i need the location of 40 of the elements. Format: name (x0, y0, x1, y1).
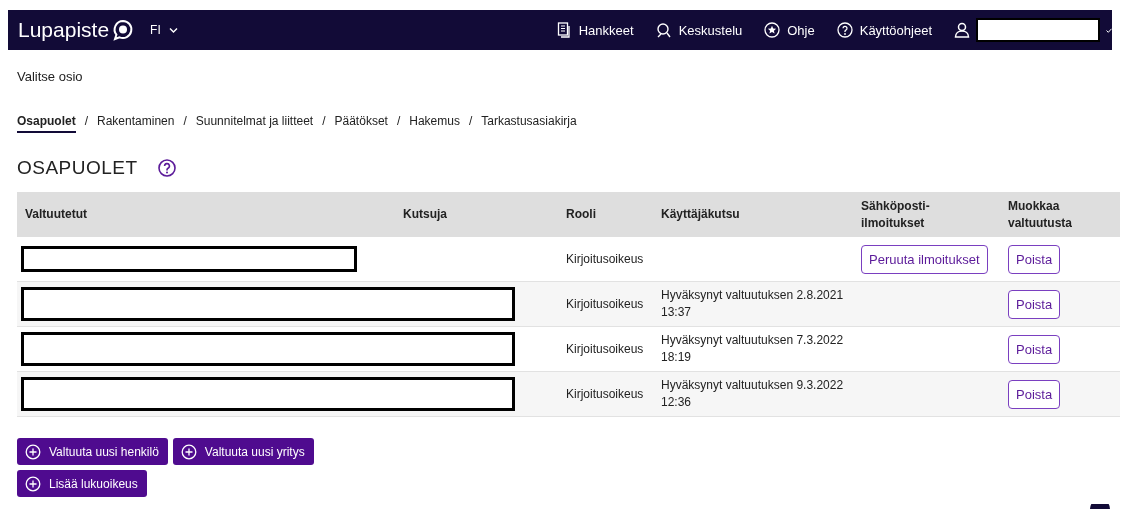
remove-button[interactable]: Poista (1008, 289, 1061, 319)
role-text: Kirjoitusoikeus (566, 251, 644, 266)
column-header: Kutsuja (403, 207, 447, 221)
section-tab[interactable]: Osapuolet (17, 114, 76, 133)
column-header: Muokkaa valtuutusta (1008, 198, 1072, 230)
column-header: Rooli (566, 207, 596, 221)
column-header: Valtuutetut (25, 207, 87, 221)
section-tab[interactable]: Suunnitelmat ja liitteet (195, 114, 314, 133)
logo-text[interactable]: Lupapiste (18, 18, 110, 42)
role-text: Kirjoitusoikeus (566, 341, 644, 356)
section-title: OSAPUOLET (17, 157, 138, 179)
section-tab[interactable]: Hakemus (409, 114, 460, 133)
invitation-status: Hyväksynyt valtuutuksen 2.8.2021 13:37 (661, 288, 844, 319)
invitation-status: Hyväksynyt valtuutuksen 7.3.2022 18:19 (661, 333, 844, 364)
section-prompt: Valitse osio (17, 69, 84, 84)
section-tab[interactable]: Tarkastusasiakirja (481, 114, 577, 133)
add-button[interactable]: Valtuuta uusi henkilö (17, 438, 168, 465)
remove-button[interactable]: Poista (1008, 244, 1061, 274)
nav-link[interactable]: Käyttöohjeet (836, 22, 932, 38)
role-text: Kirjoitusoikeus (566, 296, 644, 311)
nav-link[interactable]: Keskustelu (655, 22, 743, 38)
add-button[interactable]: Valtuuta uusi yritys (172, 438, 314, 465)
section-tab[interactable]: Päätökset (334, 114, 388, 133)
cancel-notifications-button[interactable]: Peruuta ilmoitukset (861, 244, 988, 274)
nav-link[interactable]: Hankkeet (555, 22, 634, 38)
remove-button[interactable]: Poista (1008, 334, 1061, 364)
column-header: Käyttäjäkutsu (661, 207, 740, 221)
separator: / (396, 114, 401, 128)
column-header: Sähköposti-ilmoitukset (861, 198, 930, 230)
section-tab[interactable]: Rakentaminen (97, 114, 175, 133)
language-selector[interactable]: FI (150, 23, 178, 37)
separator: / (322, 114, 326, 128)
separator: / (84, 114, 89, 128)
add-button[interactable]: Lisää lukuoikeus (17, 470, 147, 497)
remove-button[interactable]: Poista (1008, 379, 1061, 409)
role-text: Kirjoitusoikeus (566, 386, 644, 401)
invitation-status: Hyväksynyt valtuutuksen 9.3.2022 12:36 (661, 378, 844, 409)
separator: / (183, 114, 187, 128)
separator: / (468, 114, 473, 128)
nav-link[interactable]: Ohje (764, 22, 815, 38)
